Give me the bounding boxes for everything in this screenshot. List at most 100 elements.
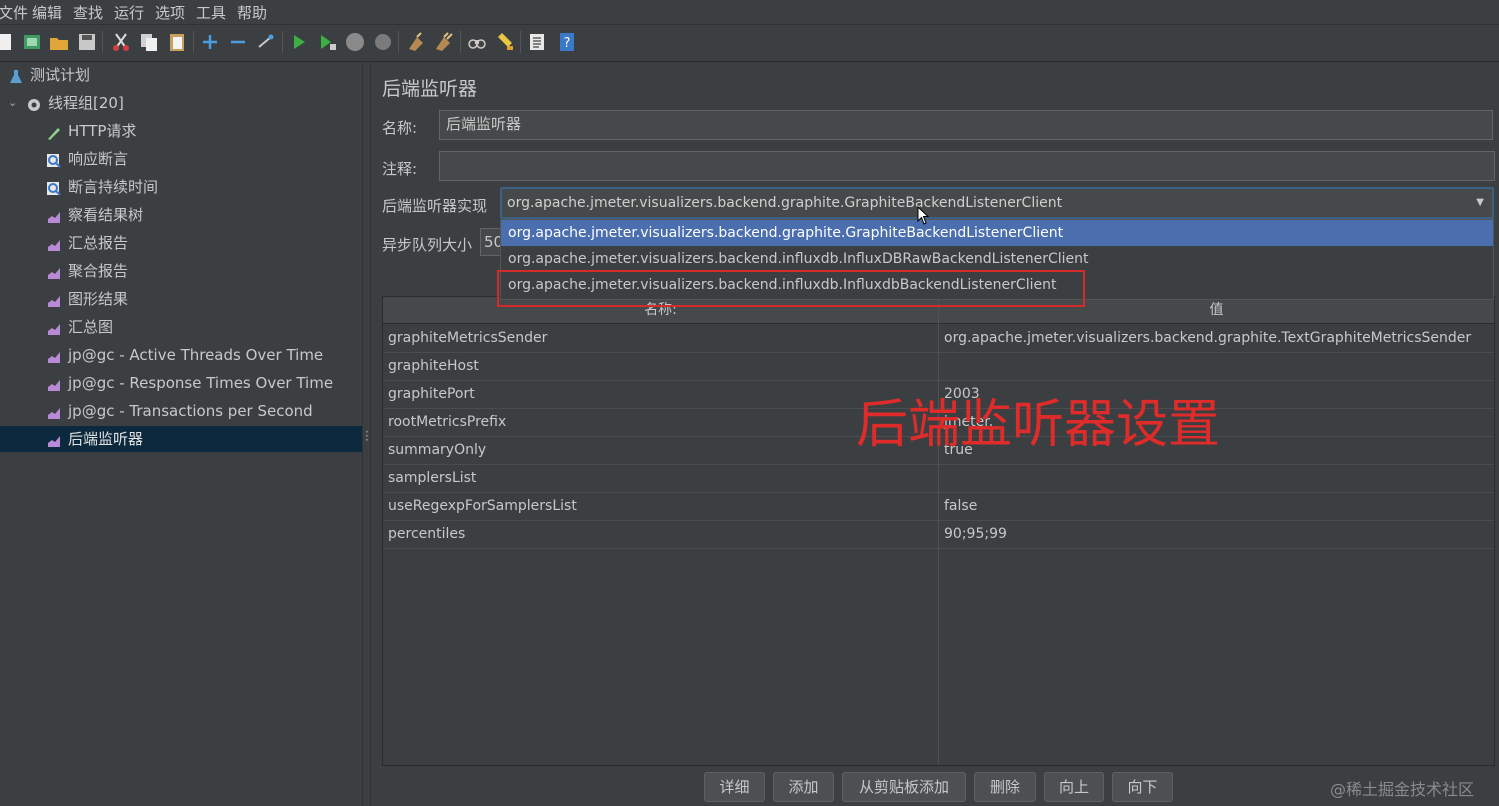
param-value-cell[interactable] <box>939 464 1494 492</box>
gear-icon <box>26 95 42 111</box>
new-icon[interactable] <box>0 31 16 53</box>
param-name-cell[interactable]: graphitePort <box>383 380 938 408</box>
menu-file[interactable]: 文件 <box>0 2 28 23</box>
clear-all-icon[interactable] <box>433 31 455 53</box>
param-value-cell[interactable]: false <box>939 492 1494 520</box>
param-value-cell[interactable] <box>939 352 1494 380</box>
split-pane-divider[interactable]: · · · <box>362 62 371 806</box>
move-down-button[interactable]: 向下 <box>1112 772 1173 802</box>
panel-title: 后端监听器 <box>382 78 478 100</box>
chart-icon <box>46 263 62 279</box>
tree-item-label: 后端监听器 <box>68 430 144 448</box>
tree-item[interactable]: jp@gc - Response Times Over Time <box>0 370 362 396</box>
chart-icon <box>46 431 62 447</box>
clear-icon[interactable] <box>405 31 427 53</box>
menu-search[interactable]: 查找 <box>73 2 103 23</box>
dropdown-option-graphite[interactable]: org.apache.jmeter.visualizers.backend.gr… <box>501 220 1493 246</box>
menu-help[interactable]: 帮助 <box>237 2 267 23</box>
help-icon[interactable]: ? <box>556 31 578 53</box>
start-no-pause-icon[interactable] <box>316 31 338 53</box>
pen-icon <box>46 123 62 140</box>
detail-button[interactable]: 详细 <box>704 772 765 802</box>
tree-item-label: 察看结果树 <box>68 206 144 224</box>
tree-item[interactable]: 聚合报告 <box>0 258 362 284</box>
chevron-down-icon[interactable]: ⌄ <box>8 90 17 116</box>
menu-run[interactable]: 运行 <box>114 2 144 23</box>
tree-item[interactable]: 测试计划 <box>0 62 362 88</box>
cut-icon[interactable] <box>110 31 132 53</box>
listener-impl-select[interactable]: org.apache.jmeter.visualizers.backend.gr… <box>500 187 1494 219</box>
watermark: @稀土掘金技术社区 <box>1330 780 1475 799</box>
param-name-cell[interactable]: graphiteHost <box>383 352 938 380</box>
delete-button[interactable]: 删除 <box>974 772 1036 802</box>
chart-icon <box>46 291 62 307</box>
tree-item[interactable]: jp@gc - Transactions per Second <box>0 398 362 424</box>
parameters-table: 名称: 值 graphiteMetricsSender org.apache.jm… <box>382 296 1495 766</box>
paste-icon[interactable] <box>166 31 188 53</box>
column-divider <box>938 297 939 765</box>
tree-item[interactable]: 图形结果 <box>0 286 362 312</box>
param-name-cell[interactable]: summaryOnly <box>383 436 938 464</box>
tree-item-label: HTTP请求 <box>68 122 137 140</box>
test-plan-tree: 测试计划 ⌄ 线程组[20] HTTP请求 响应断言断言持续时间 察看结果树汇总报告聚合报… <box>0 62 362 806</box>
start-icon[interactable] <box>288 31 310 53</box>
expand-icon[interactable] <box>199 31 221 53</box>
param-name-cell[interactable]: samplersList <box>383 464 938 492</box>
backend-listener-panel: 后端监听器 名称: 后端监听器 注释: 后端监听器实现 org.apache.j… <box>371 62 1499 806</box>
add-from-clipboard-button[interactable]: 从剪贴板添加 <box>842 772 966 802</box>
tree-item[interactable]: 汇总报告 <box>0 230 362 256</box>
param-name-cell[interactable]: percentiles <box>383 520 938 548</box>
tree-item[interactable]: 察看结果树 <box>0 202 362 228</box>
highlight-box <box>497 270 1085 307</box>
menu-bar: 文件 编辑 查找 运行 选项 工具 帮助 <box>0 0 1499 25</box>
comment-field[interactable] <box>439 151 1495 181</box>
divider-grip-icon: · · · <box>365 425 369 447</box>
copy-icon[interactable] <box>138 31 160 53</box>
dropdown-arrow-icon[interactable]: ▼ <box>1476 189 1484 217</box>
flask-icon <box>8 67 24 83</box>
tree-item[interactable]: ⌄ 线程组[20] <box>0 90 362 116</box>
collapse-icon[interactable] <box>227 31 249 53</box>
param-name-cell[interactable]: rootMetricsPrefix <box>383 408 938 436</box>
menu-edit[interactable]: 编辑 <box>32 2 62 23</box>
menu-options[interactable]: 选项 <box>155 2 185 23</box>
tree-item-label: 断言持续时间 <box>68 178 159 196</box>
chart-icon <box>46 207 62 223</box>
tree-item[interactable]: 断言持续时间 <box>0 174 362 200</box>
tree-item-label: 聚合报告 <box>68 262 129 280</box>
templates-icon[interactable] <box>21 31 43 53</box>
tree-item[interactable]: jp@gc - Active Threads Over Time <box>0 342 362 368</box>
param-name-cell[interactable]: useRegexpForSamplersList <box>383 492 938 520</box>
param-name-cell[interactable]: graphiteMetricsSender <box>383 324 938 352</box>
reset-search-icon[interactable] <box>494 31 516 53</box>
comment-label: 注释: <box>382 160 418 178</box>
open-icon[interactable] <box>48 31 70 53</box>
shutdown-icon[interactable] <box>372 31 394 53</box>
tree-item-label: 响应断言 <box>68 150 129 168</box>
tree-item-label: 线程组[20] <box>48 94 124 112</box>
menu-tools[interactable]: 工具 <box>196 2 226 23</box>
tree-item-label: jp@gc - Active Threads Over Time <box>68 346 324 364</box>
tree-item[interactable]: 响应断言 <box>0 146 362 172</box>
tree-item[interactable]: HTTP请求 <box>0 118 362 144</box>
tree-item-label: 汇总图 <box>68 318 114 336</box>
search-icon[interactable] <box>466 31 488 53</box>
save-icon[interactable] <box>76 31 98 53</box>
add-button[interactable]: 添加 <box>773 772 834 802</box>
param-value-cell[interactable]: org.apache.jmeter.visualizers.backend.gr… <box>939 324 1494 352</box>
tree-item-label: 汇总报告 <box>68 234 129 252</box>
param-value-cell[interactable]: 90;95;99 <box>939 520 1494 548</box>
toggle-icon[interactable] <box>255 31 277 53</box>
tree-item[interactable]: 后端监听器 <box>0 426 362 452</box>
chart-icon <box>46 375 62 391</box>
tree-item-label: jp@gc - Transactions per Second <box>68 402 313 420</box>
tree-item-label: 图形结果 <box>68 290 129 308</box>
stop-icon[interactable] <box>344 31 366 53</box>
chart-icon <box>46 319 62 335</box>
name-field[interactable]: 后端监听器 <box>439 110 1493 140</box>
function-helper-icon[interactable] <box>526 31 548 53</box>
toolbar: ? <box>0 25 1499 62</box>
tree-item[interactable]: 汇总图 <box>0 314 362 340</box>
move-up-button[interactable]: 向上 <box>1044 772 1104 802</box>
dropdown-option-influxdb-raw[interactable]: org.apache.jmeter.visualizers.backend.in… <box>501 246 1493 272</box>
